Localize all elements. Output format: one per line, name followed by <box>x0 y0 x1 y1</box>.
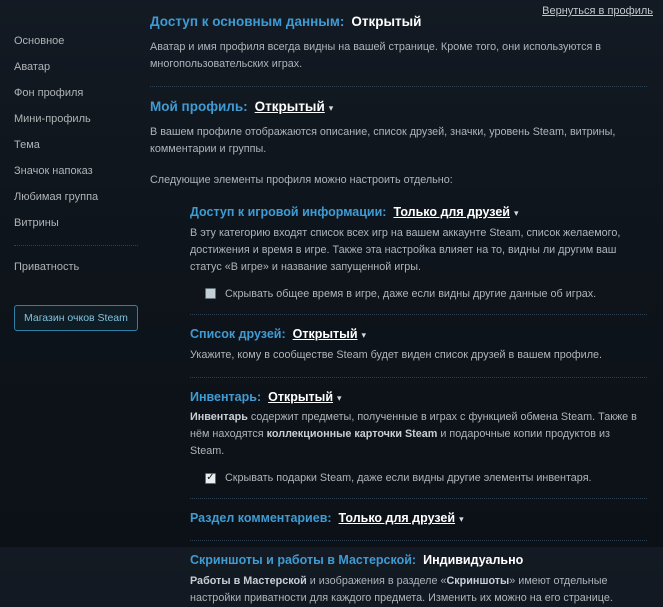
friends-list-dropdown[interactable]: Открытый ▾ <box>293 327 366 341</box>
section-game-details: Доступ к игровой информации: Только для д… <box>190 205 647 301</box>
hide-playtime-checkbox[interactable]: ✓ <box>205 288 216 299</box>
friends-list-title: Список друзей: Открытый ▾ <box>190 327 647 343</box>
friends-list-description: Укажите, кому в сообществе Steam будет в… <box>190 347 647 364</box>
screenshots-workshop-value: Индивидуально <box>423 553 523 567</box>
sidebar-item-favorite-group[interactable]: Любимая группа <box>14 184 150 210</box>
screenshots-workshop-description: Работы в Мастерской и изображения в разд… <box>190 573 647 607</box>
my-profile-title: Мой профиль: Открытый ▾ <box>150 99 647 116</box>
sidebar-divider <box>14 245 138 246</box>
sidebar: Основное Аватар Фон профиля Мини-профиль… <box>0 0 150 331</box>
comments-value: Только для друзей <box>339 511 456 525</box>
sidebar-item-featured-badge[interactable]: Значок напоказ <box>14 158 150 184</box>
game-details-label: Доступ к игровой информации: <box>190 205 386 219</box>
basic-access-value: Открытый <box>351 14 421 29</box>
chevron-down-icon: ▾ <box>362 330 367 341</box>
section-comments: Раздел комментариев: Только для друзей▾ <box>190 511 647 527</box>
chevron-down-icon: ▾ <box>459 514 464 525</box>
friends-list-value: Открытый <box>293 327 358 341</box>
inventory-description: Инвентарь содержит предметы, полученные … <box>190 409 647 460</box>
sidebar-item-profile-background[interactable]: Фон профиля <box>14 80 150 106</box>
divider <box>190 540 647 541</box>
inventory-dropdown[interactable]: Открытый ▾ <box>268 390 341 404</box>
screenshots-workshop-title: Скриншоты и работы в Мастерской: Индивиду… <box>190 553 647 569</box>
profile-subsections: Доступ к игровой информации: Только для д… <box>190 205 647 607</box>
section-my-profile: Мой профиль: Открытый ▾ В вашем профиле от… <box>150 99 647 188</box>
chevron-down-icon: ▾ <box>514 208 519 219</box>
divider <box>190 377 647 378</box>
section-inventory: Инвентарь: Открытый ▾ Инвентарь содержит п… <box>190 390 647 486</box>
section-screenshots-workshop: Скриншоты и работы в Мастерской: Индивиду… <box>190 553 647 607</box>
hide-gifts-row: ✓ Скрывать подарки Steam, даже если видн… <box>205 471 647 485</box>
check-icon: ✓ <box>206 473 214 483</box>
basic-access-description: Аватар и имя профиля всегда видны на ваш… <box>150 39 647 73</box>
chevron-down-icon: ▾ <box>337 393 342 404</box>
sidebar-item-privacy[interactable]: Приватность <box>14 254 150 280</box>
my-profile-description: В вашем профиле отображаются описание, с… <box>150 124 647 158</box>
inventory-value: Открытый <box>268 390 333 404</box>
hide-playtime-row: ✓ Скрывать общее время в игре, даже если… <box>205 287 647 301</box>
sidebar-item-showcases[interactable]: Витрины <box>14 210 150 236</box>
inventory-title: Инвентарь: Открытый ▾ <box>190 390 647 406</box>
section-friends-list: Список друзей: Открытый ▾ Укажите, кому в … <box>190 327 647 364</box>
privacy-settings-content: Доступ к основным данным: Открытый Аватар… <box>150 0 663 607</box>
my-profile-label: Мой профиль: <box>150 99 248 114</box>
hide-gifts-checkbox[interactable]: ✓ <box>205 473 216 484</box>
friends-list-label: Список друзей: <box>190 327 286 341</box>
my-profile-note: Следующие элементы профиля можно настрои… <box>150 172 647 188</box>
game-details-dropdown[interactable]: Только для друзей ▾ <box>393 205 518 219</box>
comments-dropdown[interactable]: Только для друзей▾ <box>339 511 464 525</box>
basic-access-title: Доступ к основным данным: Открытый <box>150 14 647 31</box>
hide-gifts-label: Скрывать подарки Steam, даже если видны … <box>225 471 592 485</box>
my-profile-value: Открытый <box>255 99 325 114</box>
basic-access-label: Доступ к основным данным: <box>150 14 344 29</box>
section-basic-access: Доступ к основным данным: Открытый Аватар… <box>150 14 647 73</box>
divider <box>190 314 647 315</box>
comments-label: Раздел комментариев: <box>190 511 332 525</box>
comments-title: Раздел комментариев: Только для друзей▾ <box>190 511 647 527</box>
sidebar-item-mini-profile[interactable]: Мини-профиль <box>14 106 150 132</box>
game-details-value: Только для друзей <box>393 205 510 219</box>
sidebar-item-avatar[interactable]: Аватар <box>14 54 150 80</box>
my-profile-dropdown[interactable]: Открытый ▾ <box>255 99 334 114</box>
sidebar-item-theme[interactable]: Тема <box>14 132 150 158</box>
points-shop-button[interactable]: Магазин очков Steam <box>14 305 138 331</box>
chevron-down-icon: ▾ <box>329 103 334 114</box>
divider <box>150 86 647 87</box>
screenshots-workshop-label: Скриншоты и работы в Мастерской: <box>190 553 416 567</box>
divider <box>190 498 647 499</box>
sidebar-item-general[interactable]: Основное <box>14 28 150 54</box>
game-details-description: В эту категорию входят список всех игр н… <box>190 225 647 276</box>
inventory-label: Инвентарь: <box>190 390 261 404</box>
hide-playtime-label: Скрывать общее время в игре, даже если в… <box>225 287 596 301</box>
game-details-title: Доступ к игровой информации: Только для д… <box>190 205 647 221</box>
